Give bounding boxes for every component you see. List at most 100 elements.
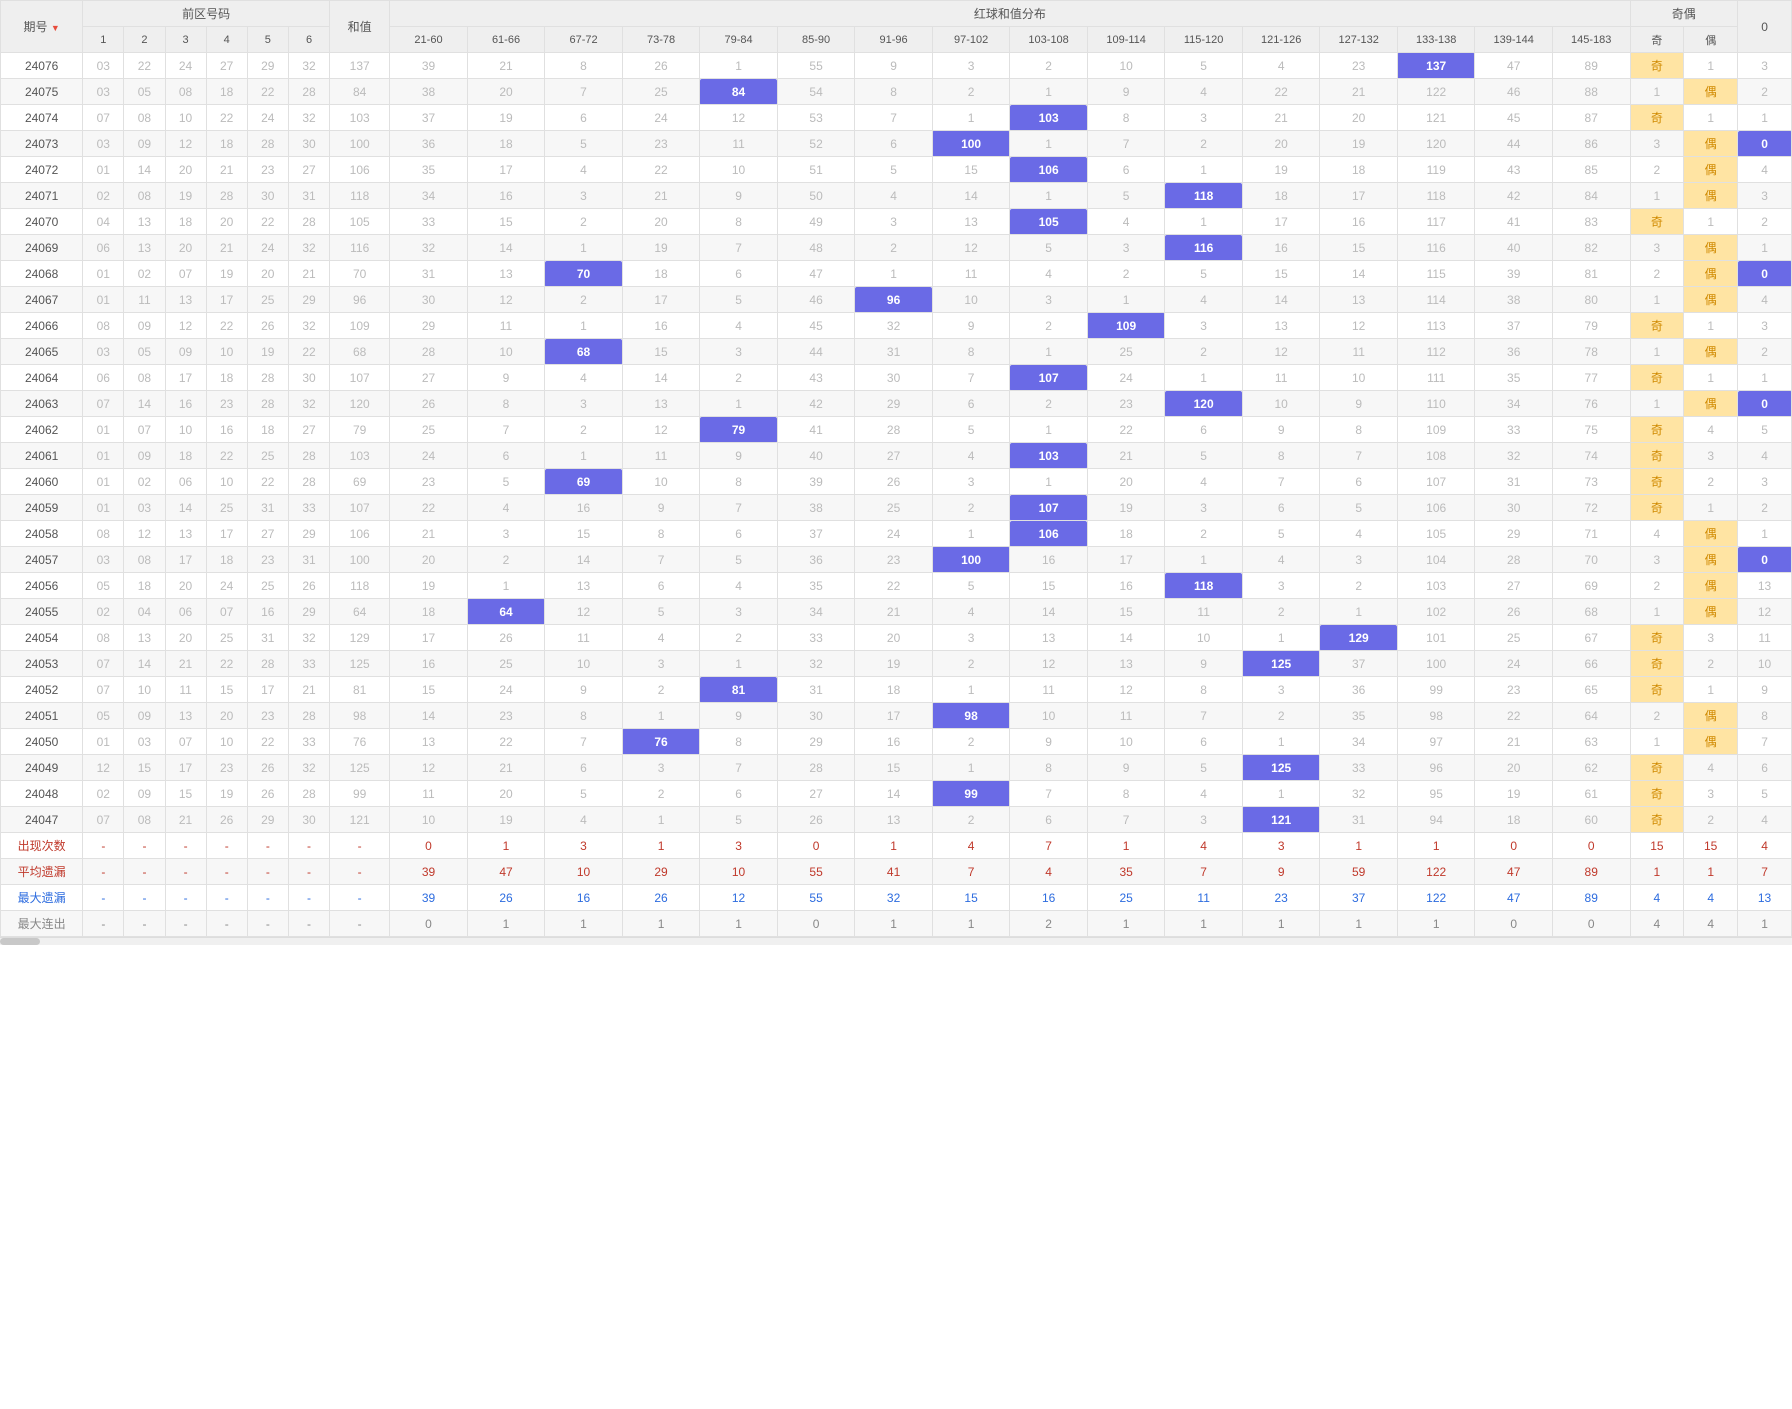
cell-front-number: 03 — [83, 547, 124, 573]
cell-front-number: 03 — [124, 495, 165, 521]
cell-dash: - — [206, 911, 247, 937]
cell-dist: 41 — [777, 417, 855, 443]
cell-front-number: 09 — [165, 339, 206, 365]
cell-dist: 87 — [1552, 105, 1630, 131]
cell-dist: 8 — [700, 729, 778, 755]
cell-dist: 106 — [1010, 157, 1088, 183]
cell-zero: 5 — [1738, 417, 1792, 443]
cell-front-number: 11 — [124, 287, 165, 313]
cell-front-number: 27 — [288, 157, 329, 183]
cell-dist: 24 — [467, 677, 545, 703]
cell-dash: - — [83, 833, 124, 859]
cell-front-number: 08 — [124, 547, 165, 573]
cell-dist: 13 — [855, 807, 933, 833]
cell-dist: 26 — [1475, 599, 1553, 625]
cell-dist: 32 — [1320, 781, 1398, 807]
cell-dist: 2 — [1165, 131, 1243, 157]
cell-dist: 19 — [855, 651, 933, 677]
header-period[interactable]: 期号 ▼ — [1, 1, 83, 53]
cell-dist: 12 — [1242, 339, 1320, 365]
scrollbar-thumb[interactable] — [0, 938, 40, 945]
table-row: 2406608091222263210929111164453292109313… — [1, 313, 1792, 339]
cell-front-number: 22 — [247, 729, 288, 755]
cell-dist: 15 — [1320, 235, 1398, 261]
cell-dist: 9 — [467, 365, 545, 391]
cell-odd: 1 — [1630, 183, 1684, 209]
cell-even: 1 — [1684, 495, 1738, 521]
cell-dist: 2 — [467, 547, 545, 573]
cell-dist: 125 — [1242, 651, 1320, 677]
cell-dist: 120 — [1397, 131, 1475, 157]
cell-dist: 79 — [1552, 313, 1630, 339]
cell-sum: 109 — [330, 313, 390, 339]
cell-front-number: 14 — [165, 495, 206, 521]
cell-dist: 10 — [467, 339, 545, 365]
cell-front-number: 07 — [124, 417, 165, 443]
cell-dist: 21 — [1242, 105, 1320, 131]
cell-front-number: 28 — [288, 469, 329, 495]
cell-dist: 4 — [1242, 53, 1320, 79]
cell-dist: 16 — [622, 313, 700, 339]
cell-dist: 10 — [700, 157, 778, 183]
cell-dash: - — [247, 911, 288, 937]
cell-front-number: 23 — [247, 157, 288, 183]
horizontal-scrollbar[interactable] — [0, 937, 1792, 945]
stats-cell: 1 — [1320, 911, 1398, 937]
cell-dist: 2 — [1242, 703, 1320, 729]
cell-dist: 63 — [1552, 729, 1630, 755]
sort-icon[interactable]: ▼ — [51, 23, 60, 33]
cell-dist: 18 — [1475, 807, 1553, 833]
cell-dist: 121 — [1242, 807, 1320, 833]
cell-front-number: 22 — [247, 209, 288, 235]
cell-dist: 31 — [855, 339, 933, 365]
cell-dist: 14 — [855, 781, 933, 807]
cell-dist: 12 — [1320, 313, 1398, 339]
cell-dist: 16 — [467, 183, 545, 209]
table-row: 2405703081718233110020214753623100161714… — [1, 547, 1792, 573]
cell-dist: 94 — [1397, 807, 1475, 833]
cell-dist: 36 — [390, 131, 468, 157]
cell-dist: 14 — [1242, 287, 1320, 313]
cell-front-number: 21 — [288, 677, 329, 703]
cell-dist: 1 — [622, 703, 700, 729]
cell-dist: 18 — [1087, 521, 1165, 547]
cell-dist: 28 — [855, 417, 933, 443]
cell-dist: 20 — [1087, 469, 1165, 495]
stats-label: 最大遗漏 — [1, 885, 83, 911]
cell-dist: 8 — [1165, 677, 1243, 703]
table-row: 2406307141623283212026831314229622312010… — [1, 391, 1792, 417]
cell-front-number: 26 — [247, 781, 288, 807]
cell-zero: 12 — [1738, 599, 1792, 625]
cell-front-number: 21 — [165, 651, 206, 677]
cell-sum: 121 — [330, 807, 390, 833]
cell-dist: 1 — [1242, 781, 1320, 807]
cell-dash: - — [165, 911, 206, 937]
stats-cell: 0 — [777, 833, 855, 859]
cell-dist: 32 — [390, 235, 468, 261]
cell-dist: 25 — [1087, 339, 1165, 365]
cell-dist: 5 — [700, 547, 778, 573]
cell-front-number: 02 — [83, 599, 124, 625]
cell-dist: 8 — [622, 521, 700, 547]
cell-dist: 3 — [1242, 677, 1320, 703]
table-wrapper: 期号 ▼ 前区号码 和值 红球和值分布 奇偶 0 12345621-6061-6… — [0, 0, 1792, 937]
stats-cell: 47 — [1475, 885, 1553, 911]
stats-cell: 29 — [622, 859, 700, 885]
cell-zero: 6 — [1738, 755, 1792, 781]
cell-dist: 72 — [1552, 495, 1630, 521]
cell-front-number: 14 — [124, 391, 165, 417]
cell-dist: 26 — [777, 807, 855, 833]
cell-dist: 3 — [932, 625, 1010, 651]
cell-dist: 101 — [1397, 625, 1475, 651]
cell-front-number: 01 — [83, 469, 124, 495]
cell-dist: 116 — [1165, 235, 1243, 261]
cell-dist: 19 — [1320, 131, 1398, 157]
cell-dist: 5 — [467, 469, 545, 495]
cell-front-number: 10 — [206, 729, 247, 755]
header-front-6: 6 — [288, 27, 329, 53]
cell-dist: 78 — [1552, 339, 1630, 365]
stats-cell: 0 — [1475, 911, 1553, 937]
cell-dist: 8 — [700, 209, 778, 235]
cell-dist: 5 — [1010, 235, 1088, 261]
cell-dist: 20 — [1475, 755, 1553, 781]
